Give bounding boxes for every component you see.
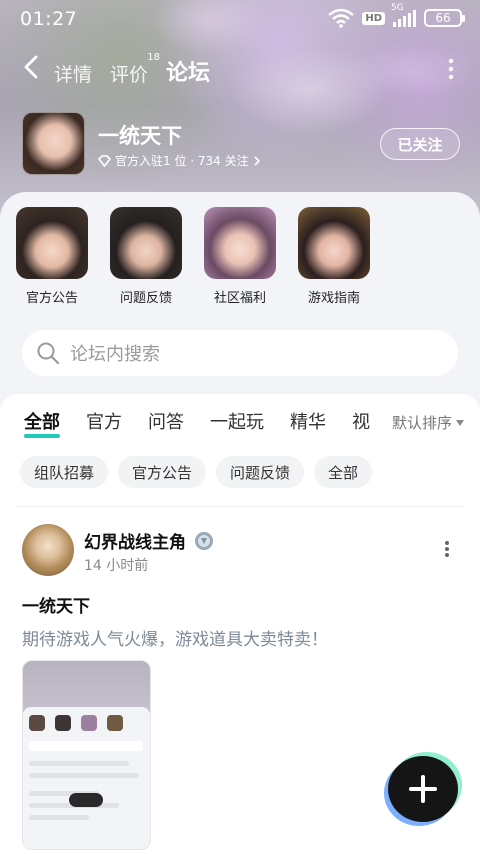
create-post-button[interactable] [388, 756, 458, 822]
category-label: 游戏指南 [307, 291, 360, 306]
search-icon [37, 342, 60, 365]
thumbnail-header [23, 661, 150, 713]
top-nav: 详情 评价 18 论坛 [0, 46, 480, 90]
chip-team-recruit[interactable]: 组队招募 [20, 456, 109, 488]
sort-label: 默认排序 [391, 414, 452, 432]
thumbnail-line [29, 815, 89, 820]
category-row: 官方公告 问题反馈 社区福利 游戏指南 [0, 207, 480, 307]
category-benefits[interactable]: 社区福利 [195, 207, 285, 306]
feed-tab-featured[interactable]: 精华 [290, 408, 326, 434]
battery-icon: 66 [424, 9, 465, 27]
category-avatar [204, 207, 276, 279]
plus-icon [409, 775, 437, 803]
feed-tab-play-together[interactable]: 一起玩 [210, 408, 264, 434]
thumbnail-avatar [107, 715, 123, 731]
thumbnail-avatar [29, 715, 45, 731]
category-label: 社区福利 [213, 291, 266, 306]
forum-meta[interactable]: 官方入驻1 位 · 734 关注 [98, 152, 261, 169]
forum-info: 一统天下 官方入驻1 位 · 734 关注 已关注 [22, 112, 462, 176]
forum-avatar [22, 112, 85, 175]
thumbnail-button [69, 793, 103, 807]
thumbnail-line [29, 761, 129, 766]
thumbnail-search [29, 741, 143, 751]
tab-details[interactable]: 详情 [54, 60, 92, 87]
category-feedback[interactable]: 问题反馈 [101, 207, 191, 306]
author-name[interactable]: 幻界战线主角 [84, 528, 186, 553]
top-tabs: 详情 评价 18 论坛 [54, 52, 211, 87]
status-time: 01:27 [20, 8, 78, 30]
category-avatar [298, 207, 370, 279]
thumbnail-line [29, 773, 139, 778]
category-label: 官方公告 [25, 291, 78, 306]
thumbnail-avatar [55, 715, 71, 731]
network-type: 5G [391, 3, 404, 13]
category-label: 问题反馈 [119, 291, 172, 306]
tab-reviews[interactable]: 评价 18 [110, 52, 160, 87]
forum-meta-text: 官方入驻1 位 · 734 关注 [115, 154, 249, 168]
signal-icon: 5G [391, 3, 416, 27]
search-placeholder: 论坛内搜索 [70, 344, 160, 365]
wifi-icon [328, 8, 355, 28]
chip-official-announcement[interactable]: 官方公告 [118, 456, 207, 488]
filter-chips: 组队招募 官方公告 问题反馈 全部 [20, 456, 373, 488]
tab-reviews-label: 评价 [110, 64, 149, 86]
category-official-announcement[interactable]: 官方公告 [7, 207, 97, 306]
category-avatar [16, 207, 88, 279]
caret-down-icon [456, 419, 464, 426]
thumbnail-avatar [81, 715, 97, 731]
category-avatar [110, 207, 182, 279]
back-arrow-icon[interactable] [20, 54, 42, 80]
verified-badge-icon [195, 531, 213, 550]
post-title[interactable]: 一统天下 [22, 592, 90, 617]
hd-badge: HD [362, 11, 385, 25]
diamond-icon [98, 154, 111, 167]
feed-tab-qa[interactable]: 问答 [148, 408, 184, 434]
post-more-icon[interactable] [444, 540, 450, 558]
thumbnail-panel [23, 707, 150, 849]
feed-tab-all[interactable]: 全部 [24, 408, 60, 438]
post-time: 14 小时前 [84, 558, 149, 574]
follow-button[interactable]: 已关注 [380, 128, 460, 160]
battery-level: 66 [435, 11, 451, 25]
author-avatar[interactable] [22, 524, 74, 576]
chip-feedback[interactable]: 问题反馈 [216, 456, 305, 488]
forum-search-bar[interactable]: 论坛内搜索 [22, 330, 458, 376]
sort-dropdown[interactable]: 默认排序 [383, 412, 464, 433]
status-bar: 01:27 HD 5G 66 [0, 0, 480, 36]
author-row: 幻界战线主角 [84, 528, 214, 553]
feed-tabs: 全部 官方 问答 一起玩 精华 视 [24, 408, 370, 438]
reviews-count-badge: 18 [147, 52, 161, 63]
post-image-thumbnail[interactable] [22, 660, 151, 850]
chevron-right-icon [254, 155, 260, 166]
feed-tab-video[interactable]: 视 [352, 408, 370, 434]
feed-tab-official[interactable]: 官方 [86, 408, 122, 434]
more-options-icon[interactable] [448, 58, 454, 80]
status-icons: HD 5G 66 [328, 3, 465, 29]
forum-name: 一统天下 [98, 124, 182, 148]
post-body[interactable]: 期待游戏人气火爆，游戏道具大卖特卖！ [22, 625, 328, 650]
tab-forum[interactable]: 论坛 [166, 55, 211, 87]
chip-all[interactable]: 全部 [314, 456, 373, 488]
category-guide[interactable]: 游戏指南 [289, 207, 379, 306]
divider [16, 506, 464, 507]
forum-panel: 官方公告 问题反馈 社区福利 游戏指南 论坛内搜索 全部 官方 问答 一起玩 精… [0, 192, 480, 854]
